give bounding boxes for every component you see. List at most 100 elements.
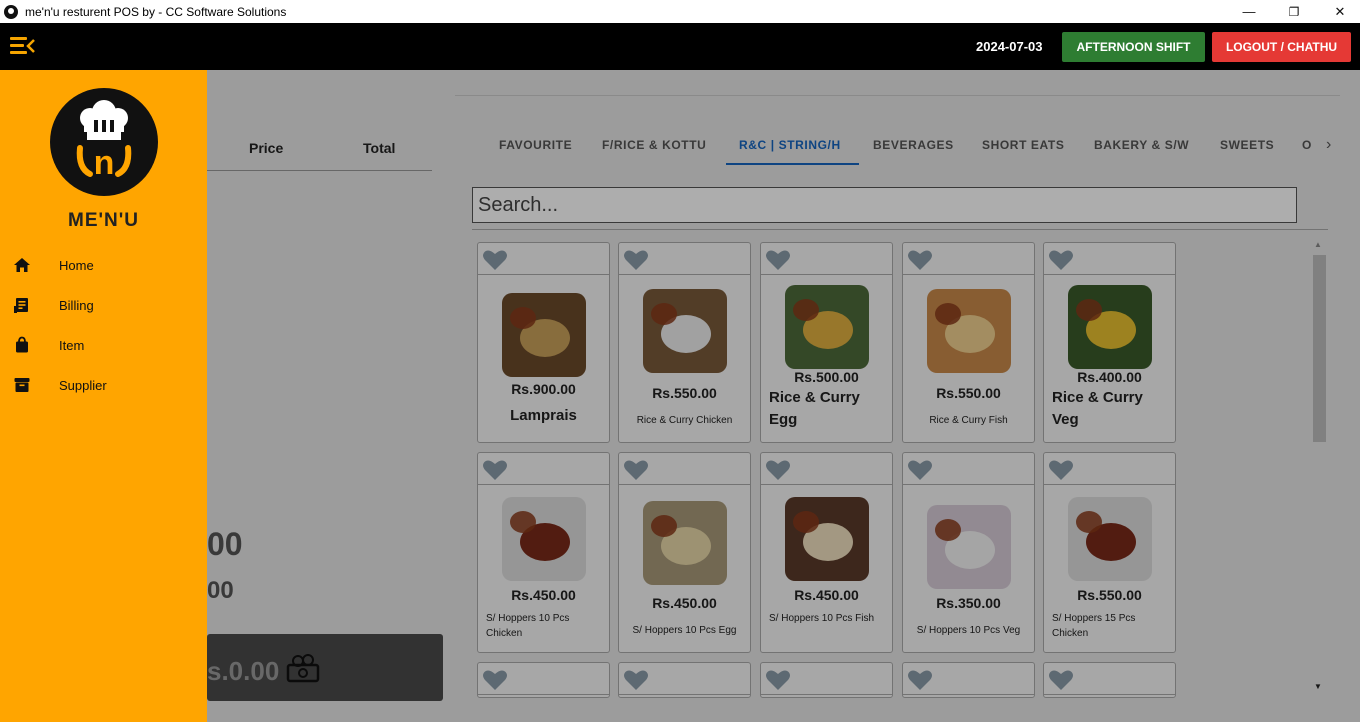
item-name: S/ Hoppers 10 Pcs Veg [916, 625, 1021, 636]
favourite-heart-icon[interactable] [482, 248, 508, 272]
card-header [903, 453, 1034, 485]
item-name: Rice & Curry Veg [1052, 389, 1143, 428]
menu-item-card[interactable]: Rs.400.00 Rice & Curry Veg [1043, 242, 1176, 443]
favourite-heart-icon[interactable] [482, 458, 508, 482]
search-box[interactable] [472, 187, 1297, 223]
sidebar-drawer: n ME'N'U Home Billing Item Supplier [0, 70, 207, 722]
home-icon [14, 258, 30, 272]
card-header [761, 243, 892, 275]
food-image [502, 293, 586, 377]
item-name: Rice & Curry Chicken [636, 415, 733, 426]
card-header [619, 243, 750, 275]
food-image [643, 289, 727, 373]
tab-beverages[interactable]: BEVERAGES [873, 138, 954, 152]
card-header [478, 453, 609, 485]
tab-short-eats[interactable]: SHORT EATS [982, 138, 1064, 152]
favourite-heart-icon[interactable] [1048, 458, 1074, 482]
sidebar-item-home[interactable]: Home [0, 250, 207, 280]
menu-item-card[interactable] [477, 662, 610, 698]
item-price: Rs.450.00 [652, 595, 717, 611]
order-subtotal: 00 [207, 526, 243, 562]
tab-sweets[interactable]: SWEETS [1220, 138, 1274, 152]
sidebar-item-label: Home [59, 258, 94, 273]
item-price: Rs.400.00 [1077, 369, 1142, 385]
sidebar-item-item[interactable]: Item [0, 330, 207, 360]
item-price: Rs.450.00 [511, 587, 576, 603]
food-image [643, 501, 727, 585]
menu-item-card[interactable]: Rs.350.00 S/ Hoppers 10 Pcs Veg [902, 452, 1035, 653]
favourite-heart-icon[interactable] [907, 458, 933, 482]
favourite-heart-icon[interactable] [1048, 248, 1074, 272]
menu-item-card[interactable] [760, 662, 893, 698]
menu-item-card[interactable] [618, 662, 751, 698]
order-discount: 00 [207, 577, 234, 604]
card-header [761, 453, 892, 485]
menu-item-card[interactable]: Rs.550.00 S/ Hoppers 15 Pcs Chicken [1043, 452, 1176, 653]
favourite-heart-icon[interactable] [623, 248, 649, 272]
favourite-heart-icon[interactable] [765, 668, 791, 692]
item-name: Lamprais [510, 407, 577, 424]
favourite-heart-icon[interactable] [623, 458, 649, 482]
item-name: Rice & Curry Egg [769, 389, 860, 428]
item-name: S/ Hoppers 10 Pcs Egg [632, 625, 737, 636]
tabs-scroll-right-icon[interactable]: › [1326, 136, 1331, 154]
chef-hat-icon: n [76, 100, 132, 182]
tab-bakery-sandwich[interactable]: BAKERY & S/W [1094, 138, 1189, 152]
restore-button[interactable]: ❐ [1271, 0, 1317, 23]
sidebar-item-supplier[interactable]: Supplier [0, 370, 207, 400]
item-price: Rs.550.00 [652, 385, 717, 401]
card-header [1044, 453, 1175, 485]
category-tabs [455, 56, 1340, 96]
tab-fried-rice-kottu[interactable]: F/RICE & KOTTU [602, 138, 706, 152]
sidebar-item-label: Supplier [59, 378, 107, 393]
sidebar-item-billing[interactable]: Billing [0, 290, 207, 320]
favourite-heart-icon[interactable] [1048, 668, 1074, 692]
restaurant-logo: n [50, 88, 158, 196]
card-header [761, 663, 892, 695]
order-header-divider [207, 170, 432, 171]
food-image [785, 285, 869, 369]
pay-button[interactable]: s.0.00 [207, 634, 443, 701]
current-date: 2024-07-03 [976, 39, 1043, 54]
item-price: Rs.900.00 [511, 381, 576, 397]
sidebar-item-label: Billing [59, 298, 94, 313]
menu-item-card[interactable]: Rs.550.00 Rice & Curry Chicken [618, 242, 751, 443]
close-button[interactable]: ✕ [1317, 0, 1360, 23]
favourite-heart-icon[interactable] [765, 458, 791, 482]
favourite-heart-icon[interactable] [907, 248, 933, 272]
active-tab-indicator [726, 163, 859, 165]
menu-item-card[interactable]: Rs.900.00 Lamprais [477, 242, 610, 443]
menu-item-card[interactable] [1043, 662, 1176, 698]
pay-amount: s.0.00 [207, 656, 280, 686]
favourite-heart-icon[interactable] [907, 668, 933, 692]
favourite-heart-icon[interactable] [482, 668, 508, 692]
scroll-down-arrow-icon[interactable]: ▼ [1314, 682, 1322, 691]
archive-icon [14, 378, 30, 392]
menu-item-card[interactable]: Rs.550.00 Rice & Curry Fish [902, 242, 1035, 443]
tab-others[interactable]: O [1302, 138, 1312, 152]
menu-collapse-icon[interactable] [10, 37, 36, 55]
menu-item-card[interactable]: Rs.500.00 Rice & Curry Egg [760, 242, 893, 443]
item-price: Rs.550.00 [936, 385, 1001, 401]
card-header [903, 243, 1034, 275]
favourite-heart-icon[interactable] [765, 248, 791, 272]
menu-item-card[interactable]: Rs.450.00 S/ Hoppers 10 Pcs Fish [760, 452, 893, 653]
cash-icon [286, 654, 320, 683]
tab-favourite[interactable]: FAVOURITE [499, 138, 572, 152]
grid-scrollbar-thumb[interactable] [1313, 255, 1326, 442]
item-price: Rs.550.00 [1077, 587, 1142, 603]
minimize-button[interactable]: — [1226, 0, 1272, 23]
tab-rice-curry-string-hoppers[interactable]: R&C | STRING/H [739, 138, 841, 152]
search-input[interactable] [473, 188, 1296, 222]
card-header [1044, 663, 1175, 695]
item-price: Rs.450.00 [794, 587, 859, 603]
menu-item-card[interactable] [902, 662, 1035, 698]
menu-item-card[interactable]: Rs.450.00 S/ Hoppers 10 Pcs Chicken [477, 452, 610, 653]
menu-item-card[interactable]: Rs.450.00 S/ Hoppers 10 Pcs Egg [618, 452, 751, 653]
card-header [478, 663, 609, 695]
food-image [502, 497, 586, 581]
scroll-up-arrow-icon[interactable]: ▲ [1314, 240, 1322, 249]
card-header [619, 663, 750, 695]
window-titlebar: me'n'u resturent POS by - CC Software So… [0, 0, 1360, 23]
favourite-heart-icon[interactable] [623, 668, 649, 692]
